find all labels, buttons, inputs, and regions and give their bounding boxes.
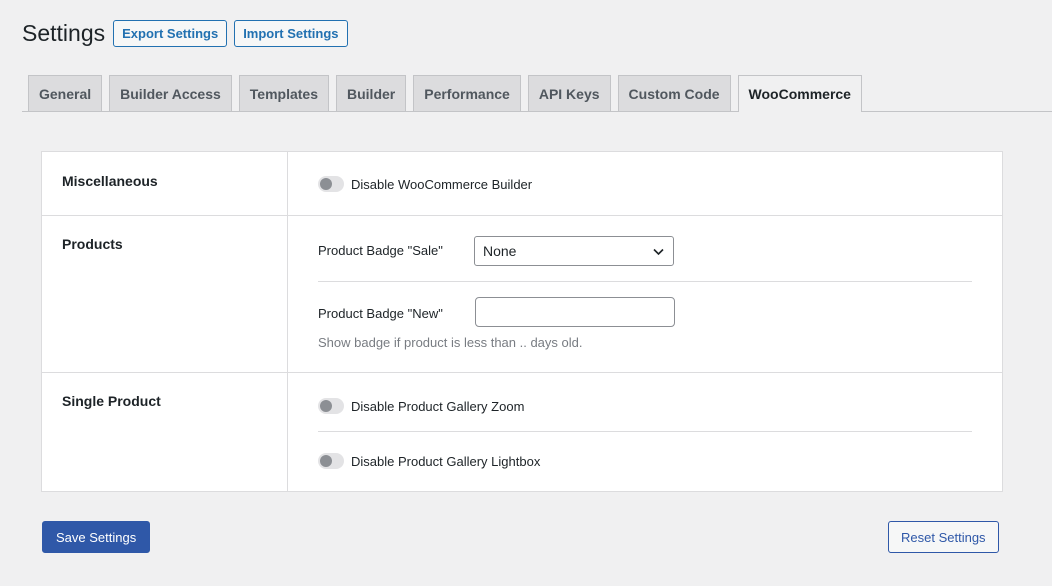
settings-panel: Miscellaneous Disable WooCommerce Builde…: [41, 151, 1003, 492]
badge-new-label: Product Badge "New": [318, 306, 443, 321]
page-title: Settings: [22, 20, 106, 46]
export-settings-button[interactable]: Export Settings: [113, 19, 228, 47]
toggle-label: Disable Product Gallery Lightbox: [351, 454, 541, 469]
tab-builder[interactable]: Builder: [336, 75, 407, 111]
badge-sale-select[interactable]: None: [474, 236, 674, 266]
toggle-label: Disable Product Gallery Zoom: [351, 399, 525, 414]
section-label: Miscellaneous: [62, 173, 158, 189]
badge-new-hint: Show badge if product is less than .. da…: [318, 335, 583, 350]
save-settings-button[interactable]: Save Settings: [42, 521, 151, 553]
tab-custom-code[interactable]: Custom Code: [617, 75, 731, 111]
tab-general[interactable]: General: [28, 75, 103, 111]
field-divider: [318, 281, 972, 282]
disable-gallery-lightbox-toggle[interactable]: [318, 453, 344, 469]
section-single-product: Single Product Disable Product Gallery Z…: [42, 373, 1002, 491]
section-miscellaneous: Miscellaneous Disable WooCommerce Builde…: [42, 152, 1002, 216]
tab-templates[interactable]: Templates: [238, 75, 329, 111]
tab-woocommerce[interactable]: WooCommerce: [737, 75, 862, 112]
import-settings-button[interactable]: Import Settings: [234, 19, 348, 47]
disable-woocommerce-builder-toggle[interactable]: [318, 176, 344, 192]
select-value: None: [483, 243, 517, 259]
toggle-label: Disable WooCommerce Builder: [351, 177, 533, 192]
badge-sale-label: Product Badge "Sale": [318, 243, 443, 258]
chevron-down-icon: [653, 248, 664, 256]
settings-tabs: General Builder Access Templates Builder…: [22, 75, 1052, 112]
disable-gallery-zoom-toggle[interactable]: [318, 398, 344, 414]
tab-api-keys[interactable]: API Keys: [527, 75, 611, 111]
tab-performance[interactable]: Performance: [413, 75, 521, 111]
reset-settings-button[interactable]: Reset Settings: [888, 521, 999, 553]
section-products: Products Product Badge "Sale" None Produ…: [42, 216, 1002, 373]
tab-builder-access[interactable]: Builder Access: [109, 75, 232, 111]
badge-new-input[interactable]: [475, 297, 675, 327]
field-divider: [318, 431, 972, 432]
section-label: Single Product: [62, 393, 161, 409]
section-label: Products: [62, 236, 123, 252]
page-header: Settings Export Settings Import Settings: [22, 19, 355, 47]
